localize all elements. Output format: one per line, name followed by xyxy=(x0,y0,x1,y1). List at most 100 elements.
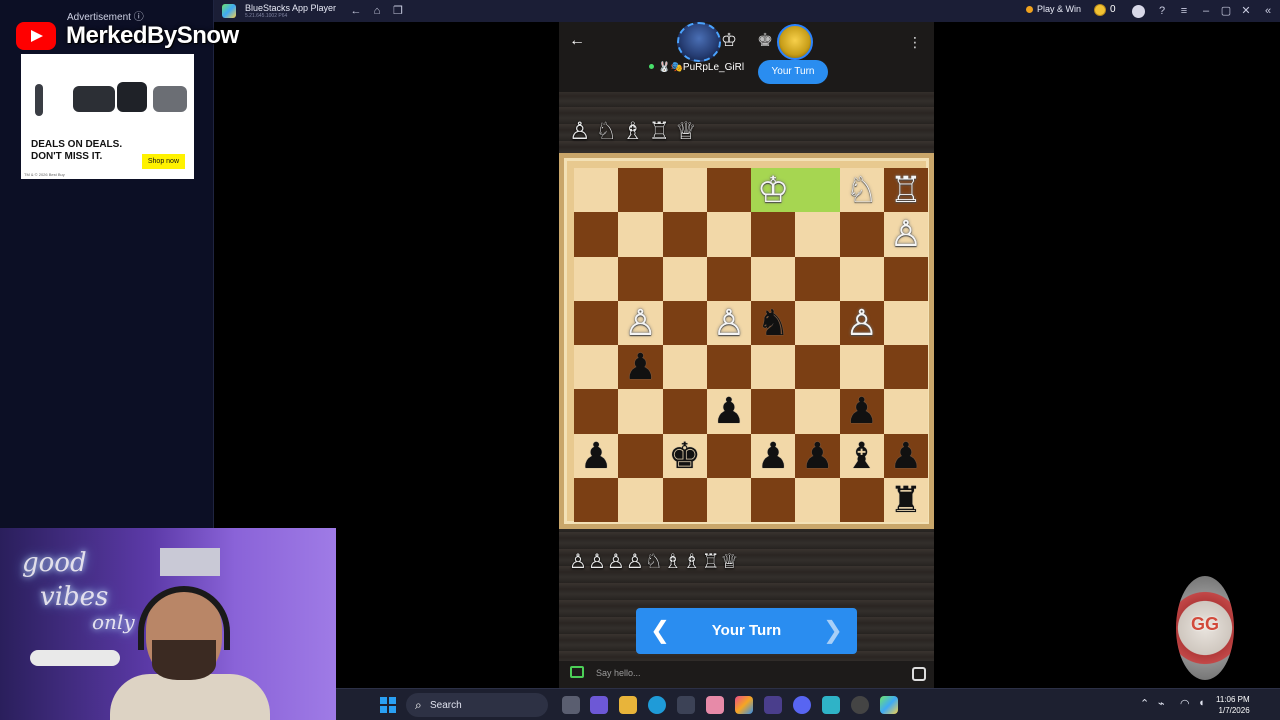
copilot-icon[interactable] xyxy=(735,696,753,714)
board-square[interactable] xyxy=(662,300,707,345)
board-square[interactable] xyxy=(574,477,619,522)
play-win-button[interactable]: Play & Win xyxy=(1026,4,1081,14)
chess-piece[interactable]: ♝ xyxy=(845,437,877,474)
board-square[interactable] xyxy=(751,212,796,257)
board-square[interactable] xyxy=(751,389,796,434)
board-square[interactable] xyxy=(618,477,663,522)
chess-piece[interactable]: ♟ xyxy=(845,393,877,429)
chess-piece[interactable]: ♙ xyxy=(713,304,745,341)
board-square[interactable] xyxy=(795,389,840,434)
board-square[interactable] xyxy=(839,212,884,257)
board-square[interactable] xyxy=(883,256,928,301)
chat-icon[interactable] xyxy=(570,666,584,678)
board-square[interactable] xyxy=(795,300,840,345)
board-square[interactable]: ♟ xyxy=(751,433,796,478)
board-square[interactable] xyxy=(839,345,884,390)
board-square[interactable] xyxy=(706,168,751,213)
chess-piece[interactable]: ♜ xyxy=(890,481,922,518)
obs-icon[interactable] xyxy=(851,696,869,714)
board-square[interactable] xyxy=(706,212,751,257)
chess-piece[interactable]: ♖ xyxy=(890,172,922,208)
board-square[interactable] xyxy=(706,477,751,522)
board-square[interactable] xyxy=(618,433,663,478)
board-square[interactable] xyxy=(662,256,707,301)
board-square[interactable]: ♟ xyxy=(839,389,884,434)
chess-piece[interactable]: ♙ xyxy=(624,304,656,341)
ad-shop-now-button[interactable]: Shop now xyxy=(141,154,185,169)
board-square[interactable] xyxy=(662,168,707,213)
network-icon[interactable]: ⌁ xyxy=(1158,697,1165,710)
board-square[interactable] xyxy=(574,300,619,345)
volume-icon[interactable]: ◖ xyxy=(1198,697,1205,709)
bluestacks-taskbar-icon[interactable] xyxy=(880,696,898,714)
ad-banner[interactable]: DEALS ON DEALS. DON'T MISS IT. Shop now … xyxy=(21,54,194,179)
board-square[interactable]: ♙ xyxy=(618,300,663,345)
board-square[interactable]: ♟ xyxy=(706,389,751,434)
chess-piece[interactable]: ♞ xyxy=(757,304,789,341)
menu-icon[interactable]: ≡ xyxy=(1176,3,1192,19)
board-square[interactable]: ♖ xyxy=(883,168,928,213)
tray-overflow-icon[interactable]: ⌃ xyxy=(1140,697,1149,710)
board-square[interactable] xyxy=(618,168,663,213)
board-square[interactable] xyxy=(662,477,707,522)
board-square[interactable] xyxy=(574,168,619,213)
notepad-icon[interactable] xyxy=(822,696,840,714)
help-icon[interactable]: ? xyxy=(1154,3,1170,19)
chess-piece[interactable]: ♚ xyxy=(668,437,700,474)
chess-board[interactable]: ♔ ♘ ♖ ♙ ♙ ♙ ♞ ♙ ♟ ♟ ♟ ♟ ♚ ♟ ♟ ♝ ♟ ♜ xyxy=(574,168,928,522)
board-square[interactable]: ♝ xyxy=(839,433,884,478)
system-clock[interactable]: 11:06 PM 1/7/2026 xyxy=(1216,694,1250,716)
board-square[interactable] xyxy=(662,389,707,434)
chess-piece[interactable]: ♔ xyxy=(757,172,789,208)
board-square[interactable] xyxy=(883,389,928,434)
teams-icon[interactable] xyxy=(590,696,608,714)
next-move-icon[interactable]: ❯ xyxy=(823,616,843,645)
board-square[interactable]: ♟ xyxy=(883,433,928,478)
board-square[interactable] xyxy=(574,389,619,434)
app-icon[interactable] xyxy=(764,696,782,714)
edge-icon[interactable] xyxy=(648,696,666,714)
board-square[interactable]: ♟ xyxy=(618,345,663,390)
close-icon[interactable]: ✕ xyxy=(1238,3,1254,19)
chat-input[interactable]: Say hello... xyxy=(596,668,641,678)
board-square[interactable] xyxy=(574,256,619,301)
taskbar-search[interactable]: ⌕ Search xyxy=(406,693,548,717)
chess-piece[interactable]: ♟ xyxy=(713,393,745,429)
windows-start-icon[interactable] xyxy=(380,697,396,713)
player-avatar[interactable] xyxy=(777,24,813,60)
board-square[interactable] xyxy=(795,477,840,522)
profile-avatar-icon[interactable] xyxy=(1132,5,1145,18)
wifi-icon[interactable]: ◠ xyxy=(1180,697,1190,710)
store-icon[interactable] xyxy=(677,696,695,714)
back-arrow-icon[interactable]: ← xyxy=(569,32,585,50)
board-square[interactable] xyxy=(618,212,663,257)
board-square[interactable] xyxy=(883,345,928,390)
board-square[interactable] xyxy=(706,433,751,478)
board-square[interactable] xyxy=(839,256,884,301)
board-square[interactable] xyxy=(574,212,619,257)
board-square[interactable]: ♟ xyxy=(795,433,840,478)
home-icon[interactable]: ⌂ xyxy=(369,3,385,19)
board-square[interactable]: ♟ xyxy=(574,433,619,478)
board-square[interactable] xyxy=(795,256,840,301)
board-square[interactable] xyxy=(662,345,707,390)
task-view-icon[interactable] xyxy=(562,696,580,714)
board-square[interactable]: ♞ xyxy=(751,300,796,345)
opponent-avatar[interactable] xyxy=(677,22,721,62)
board-square[interactable]: ♜ xyxy=(883,477,928,522)
file-explorer-icon[interactable] xyxy=(619,696,637,714)
chess-piece[interactable]: ♙ xyxy=(845,304,877,341)
board-square[interactable] xyxy=(839,477,884,522)
chess-piece[interactable]: ♟ xyxy=(624,349,656,385)
board-square[interactable] xyxy=(795,212,840,257)
board-square[interactable] xyxy=(574,345,619,390)
more-options-icon[interactable]: ⋮ xyxy=(908,34,922,51)
minimize-icon[interactable]: – xyxy=(1198,3,1214,19)
board-square[interactable] xyxy=(706,345,751,390)
board-square[interactable] xyxy=(706,256,751,301)
chess-piece[interactable]: ♘ xyxy=(845,172,877,208)
multi-instance-icon[interactable]: ❐ xyxy=(390,3,406,19)
chess-piece[interactable]: ♟ xyxy=(890,437,922,474)
collapse-sidebar-icon[interactable]: « xyxy=(1260,3,1276,19)
chess-piece[interactable]: ♟ xyxy=(580,437,612,474)
